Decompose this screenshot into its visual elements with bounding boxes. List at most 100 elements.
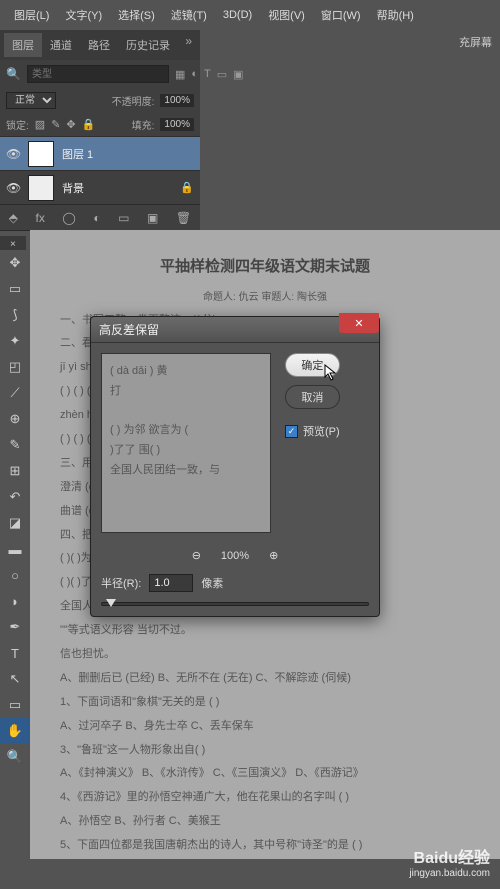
visibility-icon[interactable]: 👁 <box>6 181 20 195</box>
preview-line: )了了 围( ) <box>110 441 262 461</box>
move-tool[interactable]: ✥ <box>0 250 30 276</box>
link-layers-icon[interactable]: ⬘ <box>9 211 18 225</box>
lock-all-icon[interactable]: 🔒 <box>82 118 96 131</box>
preview-line: ( dà dǎi ) 黄 <box>110 362 262 382</box>
visibility-icon[interactable]: 👁 <box>6 147 20 161</box>
lasso-tool[interactable]: ⟆ <box>0 302 30 328</box>
tab-history[interactable]: 历史记录 <box>118 33 178 57</box>
delete-icon[interactable]: 🗑 <box>176 211 191 225</box>
layer-filter-row: 🔍 ▦ ◐ T ▭ ▣ <box>0 60 200 88</box>
heal-tool[interactable]: ⊕ <box>0 406 30 432</box>
dialog-close-button[interactable]: ✕ <box>339 313 379 333</box>
eraser-tool[interactable]: ◪ <box>0 510 30 536</box>
lock-icon: 🔒 <box>180 181 194 194</box>
type-tool[interactable]: T <box>0 640 30 666</box>
filter-image-icon[interactable]: ▦ <box>175 68 185 81</box>
pen-tool[interactable]: ✒ <box>0 614 30 640</box>
doc-subtitle: 命题人: 仇云 审题人: 陶长强 <box>60 288 470 307</box>
menu-select[interactable]: 选择(S) <box>112 7 161 23</box>
panel-tabs: 图层 通道 路径 历史记录 » <box>0 30 200 60</box>
blend-row: 正常 不透明度: 100% <box>0 88 200 112</box>
brush-tool[interactable]: ✎ <box>0 432 30 458</box>
new-layer-icon[interactable]: ▣ <box>147 211 158 225</box>
menu-window[interactable]: 窗口(W) <box>315 7 367 23</box>
filter-adjust-icon[interactable]: ◐ <box>191 68 198 81</box>
preview-label: 预览(P) <box>303 423 340 439</box>
layer-thumbnail[interactable] <box>28 175 54 201</box>
cancel-button[interactable]: 取消 <box>285 385 340 409</box>
doc-line: A、删删后已 (已经) B、无所不在 (无在) C、不解踪迹 (伺候) <box>60 668 470 689</box>
menu-3d[interactable]: 3D(D) <box>217 9 258 21</box>
slider-handle[interactable] <box>106 599 116 607</box>
preview-checkbox[interactable]: ✓ <box>285 425 298 438</box>
dialog-titlebar[interactable]: 高反差保留 ✕ <box>91 317 379 343</box>
wand-tool[interactable]: ✦ <box>0 328 30 354</box>
gradient-tool[interactable]: ▬ <box>0 536 30 562</box>
panel-close-icon[interactable]: » <box>185 34 192 48</box>
doc-title: 平抽样检测四年级语文期末试题 <box>60 253 470 282</box>
high-pass-dialog: 高反差保留 ✕ ( dà dǎi ) 黄 打 ( ) 为邻 欲言为 ( )了了 … <box>90 316 380 617</box>
path-tool[interactable]: ↖ <box>0 666 30 692</box>
layer-item[interactable]: 👁 图层 1 <box>0 136 200 170</box>
mask-icon[interactable]: ◯ <box>62 211 75 225</box>
blend-mode-select[interactable]: 正常 <box>6 92 56 109</box>
filter-shape-icon[interactable]: ▭ <box>217 68 227 81</box>
radius-label: 半径(R): <box>101 575 141 591</box>
layer-name[interactable]: 图层 1 <box>62 146 93 162</box>
eyedropper-tool[interactable]: ⟋ <box>0 380 30 406</box>
doc-line: A、孙悟空 B、孙行者 C、美猴王 <box>60 811 470 832</box>
preview-line: 打 <box>110 382 262 402</box>
preview-line: ( ) 为邻 欲言为 ( <box>110 421 262 441</box>
close-icon[interactable]: × <box>10 239 16 250</box>
lock-transparent-icon[interactable]: ▨ <box>35 118 45 131</box>
crop-tool[interactable]: ◰ <box>0 354 30 380</box>
stamp-tool[interactable]: ⊞ <box>0 458 30 484</box>
doc-line: A、《封神演义》 B、《水浒传》 C、《三国演义》 D、《西游记》 <box>60 763 470 784</box>
history-brush-tool[interactable]: ↶ <box>0 484 30 510</box>
radius-input[interactable] <box>149 574 193 592</box>
zoom-tool[interactable]: 🔍 <box>0 744 30 770</box>
lock-paint-icon[interactable]: ✎ <box>51 118 60 131</box>
layer-thumbnail[interactable] <box>28 141 54 167</box>
search-icon[interactable]: 🔍 <box>6 67 21 81</box>
zoom-in-icon[interactable]: ⊕ <box>269 549 278 562</box>
dodge-tool[interactable]: ◗ <box>0 588 30 614</box>
filter-smart-icon[interactable]: ▣ <box>233 68 243 81</box>
menu-filter[interactable]: 滤镜(T) <box>165 7 213 23</box>
doc-line: A、过河卒子 B、身先士卒 C、丢车保车 <box>60 716 470 737</box>
layers-panel: 图层 通道 路径 历史记录 » 🔍 ▦ ◐ T ▭ ▣ 正常 不透明度: 100… <box>0 30 200 231</box>
dialog-title-text: 高反差保留 <box>99 321 159 338</box>
doc-line: ""等式语义形容 当切不过。 <box>60 620 470 641</box>
ok-button[interactable]: 确定 <box>285 353 340 377</box>
lock-position-icon[interactable]: ✥ <box>66 118 75 131</box>
menu-view[interactable]: 视图(V) <box>262 7 311 23</box>
hand-tool[interactable]: ✋ <box>0 718 30 744</box>
layer-name[interactable]: 背景 <box>62 180 84 196</box>
folder-icon[interactable]: ▭ <box>118 211 129 225</box>
shape-tool[interactable]: ▭ <box>0 692 30 718</box>
dialog-preview[interactable]: ( dà dǎi ) 黄 打 ( ) 为邻 欲言为 ( )了了 围( ) 全国人… <box>101 353 271 533</box>
layer-bottom-bar: ⬘ fx ◯ ◐ ▭ ▣ 🗑 <box>0 204 200 230</box>
layer-kind-input[interactable] <box>27 65 169 83</box>
filter-text-icon[interactable]: T <box>204 68 211 81</box>
layer-item[interactable]: 👁 背景 🔒 <box>0 170 200 204</box>
toolbox: ✥ ▭ ⟆ ✦ ◰ ⟋ ⊕ ✎ ⊞ ↶ ◪ ▬ ○ ◗ ✒ T ↖ ▭ ✋ 🔍 <box>0 250 30 770</box>
marquee-tool[interactable]: ▭ <box>0 276 30 302</box>
menu-help[interactable]: 帮助(H) <box>371 7 420 23</box>
menu-layer[interactable]: 图层(L) <box>8 7 55 23</box>
opacity-value[interactable]: 100% <box>160 94 194 107</box>
zoom-out-icon[interactable]: ⊖ <box>192 549 201 562</box>
tab-layers[interactable]: 图层 <box>4 33 42 57</box>
fx-icon[interactable]: fx <box>36 211 45 225</box>
watermark: Baidu经验 jingyan.baidu.com <box>409 844 490 879</box>
radius-unit: 像素 <box>201 575 223 591</box>
options-bar-label: 充屏幕 <box>459 34 492 50</box>
tab-channels[interactable]: 通道 <box>42 33 80 57</box>
tab-paths[interactable]: 路径 <box>80 33 118 57</box>
opacity-label: 不透明度: <box>112 93 155 108</box>
fill-value[interactable]: 100% <box>160 118 194 131</box>
menu-text[interactable]: 文字(Y) <box>59 7 108 23</box>
radius-slider[interactable] <box>101 602 369 606</box>
blur-tool[interactable]: ○ <box>0 562 30 588</box>
adjustment-icon[interactable]: ◐ <box>93 211 100 225</box>
